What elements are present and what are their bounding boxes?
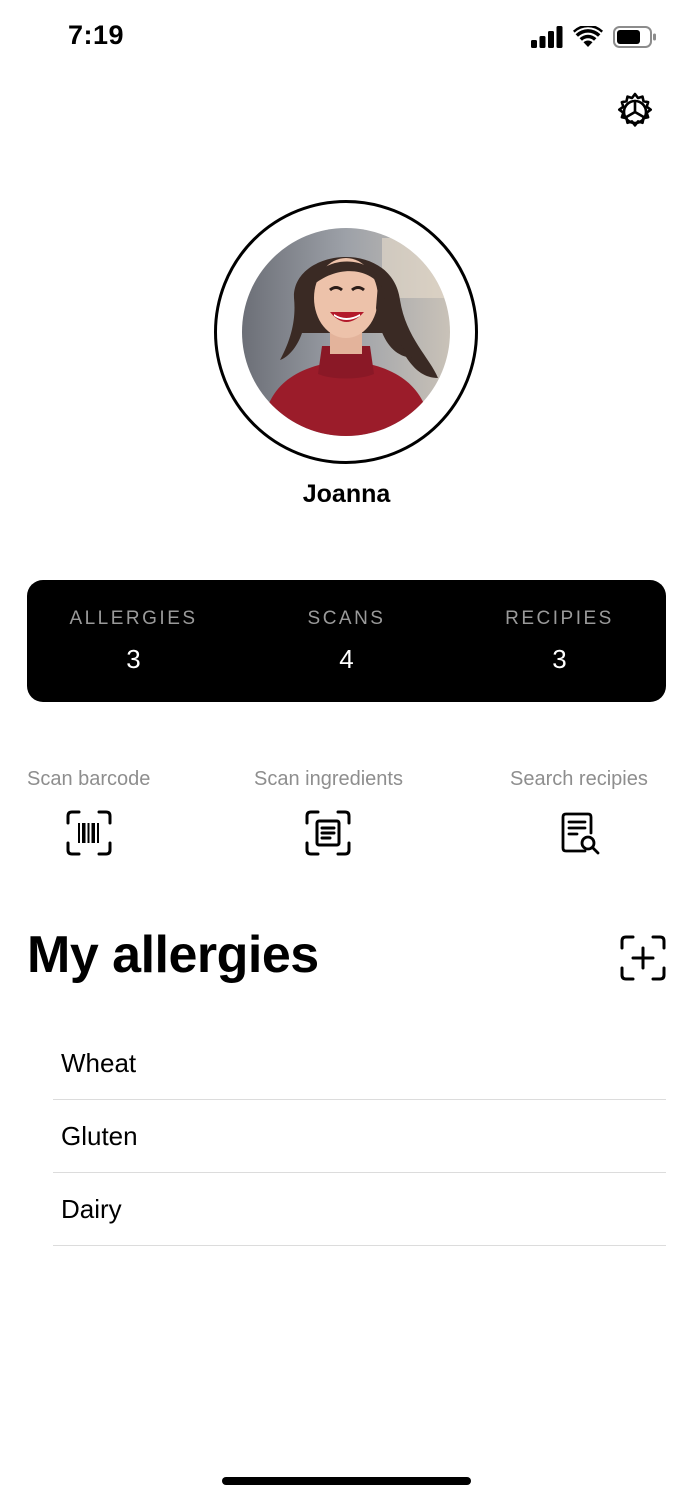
scan-barcode-button[interactable]: Scan barcode <box>27 768 150 857</box>
avatar <box>242 228 450 436</box>
gear-icon <box>618 92 652 127</box>
stat-label: SCANS <box>307 608 386 629</box>
action-label: Scan barcode <box>27 768 151 790</box>
document-search-icon <box>561 812 600 855</box>
avatar-ring[interactable] <box>214 200 478 464</box>
add-scan-icon <box>620 935 666 981</box>
allergies-title: My allergies <box>27 926 319 984</box>
battery-icon <box>613 26 656 48</box>
scan-ingredients-button[interactable]: Scan ingredients <box>254 768 403 857</box>
stat-label: ALLERGIES <box>69 608 198 629</box>
profile-photo <box>242 228 450 436</box>
barcode-scan-icon <box>66 810 112 856</box>
stat-value: 3 <box>126 644 141 674</box>
stat-scans[interactable]: SCANS 4 <box>240 580 453 702</box>
document-scan-icon <box>305 810 351 856</box>
action-label: Search recipies <box>510 768 648 790</box>
allergy-list: Wheat Gluten Dairy <box>53 1027 666 1246</box>
quick-actions: Scan barcode Scan ingredients Search rec… <box>0 768 693 868</box>
status-time: 7:19 <box>68 20 125 50</box>
stat-value: 4 <box>339 644 354 674</box>
home-indicator[interactable] <box>222 1477 471 1485</box>
stat-recipies[interactable]: RECIPIES 3 <box>453 580 666 702</box>
signal-icon <box>531 26 563 48</box>
allergy-item-wheat[interactable]: Wheat <box>53 1027 666 1100</box>
profile-name: Joanna <box>302 480 391 508</box>
search-recipies-button[interactable]: Search recipies <box>510 768 648 857</box>
status-icons <box>531 26 657 48</box>
action-label: Scan ingredients <box>254 768 403 790</box>
allergy-item-dairy[interactable]: Dairy <box>53 1173 666 1246</box>
stat-allergies[interactable]: ALLERGIES 3 <box>27 580 240 702</box>
stat-label: RECIPIES <box>505 608 614 629</box>
wifi-icon <box>573 26 603 47</box>
allergy-item-gluten[interactable]: Gluten <box>53 1100 666 1173</box>
add-allergy-button[interactable] <box>619 934 667 982</box>
stats-card: ALLERGIES 3 SCANS 4 RECIPIES 3 <box>27 580 666 702</box>
status-bar: 7:19 <box>0 0 693 80</box>
settings-button[interactable] <box>613 90 657 134</box>
stat-value: 3 <box>552 644 567 674</box>
